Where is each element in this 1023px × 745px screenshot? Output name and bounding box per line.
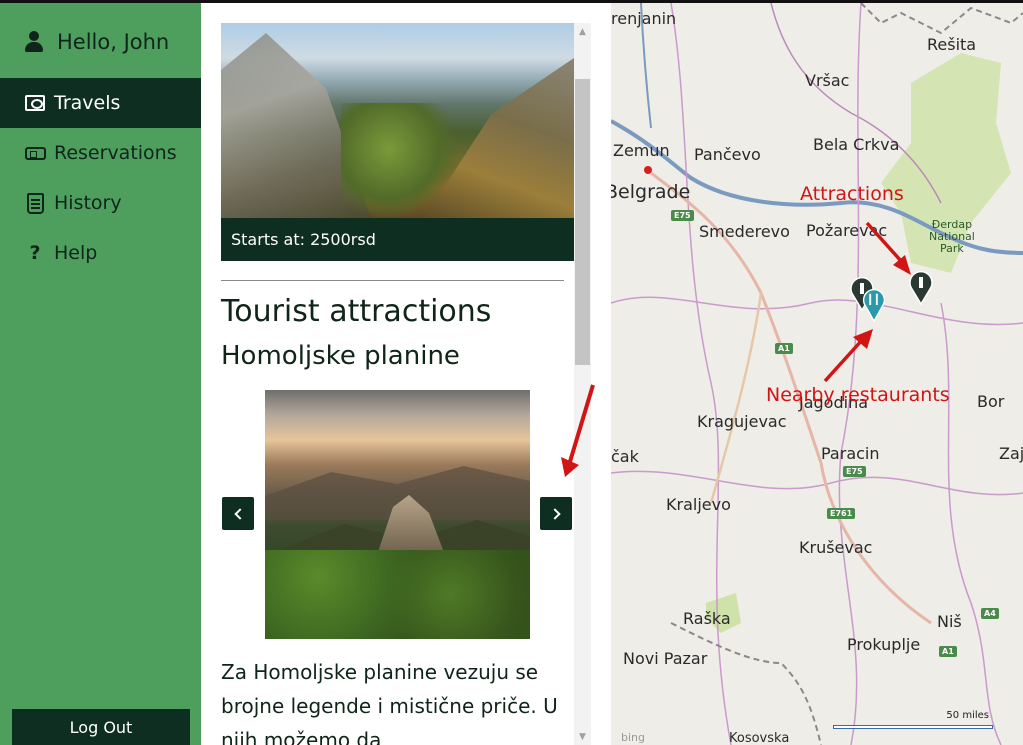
- road-shield: A1: [775, 343, 793, 354]
- city-label: Kraljevo: [666, 495, 731, 514]
- annotation-arrow-restaurants: [823, 329, 873, 383]
- city-label: Raška: [683, 609, 731, 628]
- city-label: Niš: [937, 612, 962, 631]
- scale-text: 50 miles: [946, 710, 989, 721]
- section-title: Tourist attractions: [221, 294, 492, 329]
- restaurant-pin-icon[interactable]: [861, 288, 887, 322]
- user-icon: [24, 31, 44, 53]
- sidebar-item-reservations[interactable]: Reservations: [0, 128, 201, 178]
- city-label: Paracin: [821, 444, 880, 463]
- road-shield: A4: [981, 608, 999, 619]
- city-label: Zaj: [999, 444, 1023, 463]
- logout-button[interactable]: Log Out: [12, 709, 190, 745]
- sidebar-item-label: Reservations: [54, 142, 177, 164]
- divider: [221, 280, 564, 281]
- place-description: Za Homoljske planine vezuju se brojne le…: [221, 660, 558, 745]
- sidebar-nav: Travels Reservations History ? Help: [0, 78, 201, 278]
- city-label: Prokuplje: [847, 635, 921, 654]
- road-shield: A1: [939, 646, 957, 657]
- road-shield: E75: [843, 466, 866, 477]
- user-greeting: Hello, John: [24, 27, 169, 57]
- park-label: Đerdap National Park: [929, 218, 975, 255]
- sidebar-item-history[interactable]: History: [0, 178, 201, 228]
- sidebar: Hello, John Travels Reservations History…: [0, 3, 201, 745]
- sidebar-item-label: Help: [54, 242, 98, 264]
- road-shield: E75: [671, 210, 694, 221]
- city-label: čak: [611, 447, 639, 466]
- hero-image: [221, 23, 574, 218]
- city-label: Smederevo: [699, 222, 790, 241]
- scroll-thumb[interactable]: [575, 79, 590, 365]
- ticket-icon: [24, 143, 46, 163]
- chevron-right-icon: [548, 507, 561, 520]
- sidebar-item-help[interactable]: ? Help: [0, 228, 201, 278]
- city-label: Kruševac: [799, 538, 873, 557]
- city-label: Zemun: [613, 141, 670, 160]
- city-label: Kosovska: [729, 731, 790, 745]
- scroll-icon: [24, 192, 46, 214]
- greeting-text: Hello, John: [57, 30, 170, 54]
- travel-detail-panel: Starts at: 2500rsd ▲ ▼ Tourist attractio…: [201, 3, 611, 745]
- annotation-restaurants: Nearby restaurants: [766, 384, 950, 406]
- sidebar-item-label: Travels: [54, 92, 121, 114]
- city-label: Novi Pazar: [623, 649, 708, 668]
- city-label: Rešita: [927, 35, 977, 54]
- city-label: Vršac: [805, 71, 850, 90]
- city-label: Pančevo: [694, 145, 761, 164]
- scroll-up-arrow-icon[interactable]: ▲: [574, 23, 591, 40]
- city-label: Belgrade: [611, 181, 691, 203]
- price-caption: Starts at: 2500rsd: [221, 218, 574, 261]
- carousel-next-button[interactable]: [540, 497, 572, 530]
- hero-card[interactable]: Starts at: 2500rsd: [221, 23, 574, 261]
- annotation-arrow-next: [561, 384, 595, 477]
- road-shield: E761: [827, 508, 856, 519]
- map-icon: [24, 93, 46, 113]
- city-label: Kragujevac: [697, 412, 787, 431]
- city-label: Bela Crkva: [813, 135, 900, 154]
- map-scale: 50 miles: [833, 710, 993, 731]
- city-label: renjanin: [611, 9, 677, 28]
- chevron-left-icon: [233, 507, 246, 520]
- carousel-prev-button[interactable]: [222, 497, 254, 530]
- annotation-arrow-attractions: [865, 221, 911, 275]
- annotation-attractions: Attractions: [800, 183, 904, 205]
- map-base: [611, 3, 1023, 745]
- sidebar-item-label: History: [54, 192, 122, 214]
- city-label: Bor: [977, 392, 1005, 411]
- sidebar-item-travels[interactable]: Travels: [0, 78, 201, 128]
- carousel-image: [265, 390, 530, 639]
- question-icon: ?: [29, 242, 41, 264]
- place-title: Homoljske planine: [221, 341, 460, 371]
- map-view[interactable]: renjanin Rešita Vršac Zemun Pančevo Bela…: [611, 3, 1023, 745]
- bing-logo: bing: [621, 731, 645, 744]
